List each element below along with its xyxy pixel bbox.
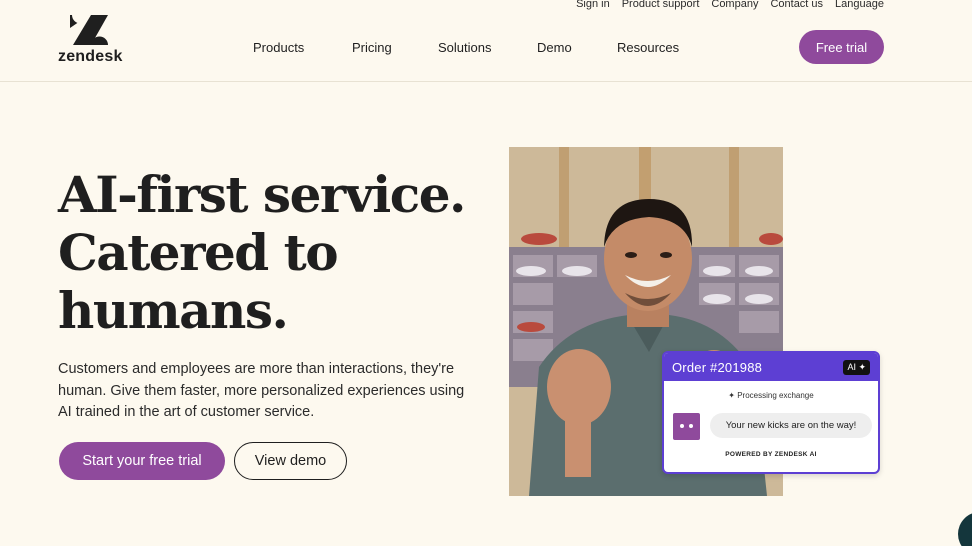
- language-selector[interactable]: Language: [835, 0, 884, 10]
- order-card-header: Order #201988 AI ✦: [664, 353, 878, 381]
- bot-avatar-icon: [673, 413, 700, 440]
- logo-wordmark: zendesk: [58, 48, 123, 65]
- chat-launcher-button[interactable]: [958, 512, 972, 546]
- order-card: Order #201988 AI ✦ ✦ Processing exchange…: [662, 351, 880, 474]
- sign-in-link[interactable]: Sign in: [576, 0, 610, 10]
- nav-solutions[interactable]: Solutions: [438, 40, 491, 55]
- processing-status: ✦ Processing exchange: [728, 391, 814, 400]
- hero-headline-line: Catered to: [58, 223, 339, 282]
- product-support-link[interactable]: Product support: [622, 0, 700, 10]
- order-number: Order #201988: [672, 359, 763, 375]
- zendesk-mark-icon: [70, 15, 108, 45]
- hero-headline-line: AI-first service.: [58, 165, 466, 224]
- utility-nav: Sign in Product support Company Contact …: [576, 0, 884, 10]
- hero-headline-line: humans.: [58, 281, 289, 340]
- company-link[interactable]: Company: [711, 0, 758, 10]
- nav-resources[interactable]: Resources: [617, 40, 679, 55]
- ai-badge: AI ✦: [843, 359, 870, 375]
- zendesk-logo[interactable]: zendesk: [58, 15, 128, 67]
- view-demo-button[interactable]: View demo: [234, 442, 347, 480]
- nav-demo[interactable]: Demo: [537, 40, 572, 55]
- powered-by-label: POWERED BY ZENDESK AI: [725, 451, 817, 458]
- nav-pricing[interactable]: Pricing: [352, 40, 392, 55]
- chat-message: Your new kicks are on the way!: [710, 413, 872, 438]
- site-header: Sign in Product support Company Contact …: [0, 0, 972, 82]
- hero-headline: AI-first service. Catered to humans.: [58, 166, 498, 340]
- start-free-trial-button[interactable]: Start your free trial: [59, 442, 225, 480]
- contact-us-link[interactable]: Contact us: [770, 0, 823, 10]
- nav-products[interactable]: Products: [253, 40, 304, 55]
- hero-description: Customers and employees are more than in…: [58, 361, 465, 420]
- free-trial-button[interactable]: Free trial: [799, 30, 884, 64]
